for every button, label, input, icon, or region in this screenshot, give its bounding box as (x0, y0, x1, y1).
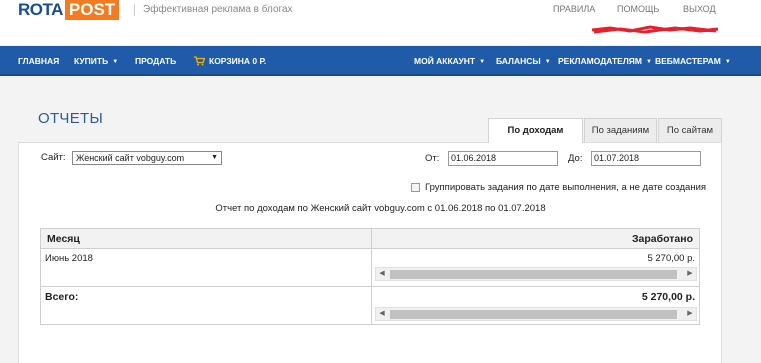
total-horizontal-scrollbar[interactable]: ◀ ▶ (375, 307, 697, 321)
site-select-value: Женский сайт vobguy.com (76, 153, 185, 163)
tab-by-sites[interactable]: По сайтам (658, 118, 722, 142)
caret-down-icon: ▼ (544, 59, 551, 65)
group-by-completion-label: Группировать задания по дате выполнения,… (425, 182, 707, 193)
date-to-input[interactable]: 01.07.2018 (591, 151, 701, 166)
nav-sell[interactable]: ПРОДАТЬ (135, 46, 176, 76)
nav-buy-label: КУПИТЬ (74, 56, 109, 66)
nav-webmasters-label: ВЕБМАСТЕРАМ (655, 56, 721, 66)
nav-buy[interactable]: КУПИТЬ ▼ (74, 46, 118, 76)
nav-account[interactable]: МОЙ АККАУНТ ▼ (414, 46, 485, 76)
scroll-right-icon[interactable]: ▶ (684, 268, 696, 280)
total-value: 5 270,00 р. (641, 291, 695, 303)
logo-rota-text: ROTA (18, 0, 63, 19)
logo-post-text: POST (64, 0, 120, 20)
nav-sell-label: ПРОДАТЬ (135, 56, 177, 66)
redacted-username-scribble (591, 25, 719, 34)
nav-main[interactable]: ГЛАВНАЯ (18, 46, 59, 76)
scrollbar-thumb[interactable] (390, 270, 677, 279)
rules-link[interactable]: ПРАВИЛА (553, 4, 595, 14)
group-by-completion-checkbox[interactable] (411, 183, 420, 192)
nav-cart[interactable]: КОРЗИНА 0 Р. (194, 46, 266, 76)
to-label: До: (568, 153, 583, 164)
help-link[interactable]: ПОМОЩЬ (617, 4, 659, 14)
top-header: ROTA POST Эффективная реклама в блогах П… (0, 0, 761, 45)
tab-by-income[interactable]: По доходам (488, 118, 583, 143)
date-from-input[interactable]: 01.06.2018 (448, 151, 558, 166)
caret-down-icon: ▼ (112, 59, 119, 65)
row-horizontal-scrollbar[interactable]: ◀ ▶ (375, 267, 697, 281)
table-header-row: Месяц Заработано (41, 229, 699, 249)
nav-main-label: ГЛАВНАЯ (18, 56, 60, 66)
nav-advertisers-label: РЕКЛАМОДАТЕЛЯМ (558, 56, 642, 66)
caret-down-icon: ▼ (479, 59, 486, 65)
cart-icon (194, 56, 205, 66)
nav-cart-label: КОРЗИНА 0 Р. (209, 56, 267, 66)
nav-balances-label: БАЛАНСЫ (496, 56, 541, 66)
nav-advertisers[interactable]: РЕКЛАМОДАТЕЛЯМ ▼ (558, 46, 652, 76)
tab-by-tasks[interactable]: По заданиям (584, 118, 657, 142)
scroll-left-icon[interactable]: ◀ (376, 268, 388, 280)
tagline: Эффективная реклама в блогах (134, 4, 293, 16)
scrollbar-thumb[interactable] (390, 310, 677, 319)
main-nav: ГЛАВНАЯ КУПИТЬ ▼ ПРОДАТЬ КОРЗИНА 0 Р. МОЙ… (0, 46, 761, 76)
nav-webmasters[interactable]: ВЕБМАСТЕРАМ ▼ (655, 46, 731, 76)
dropdown-arrow-icon: ▼ (211, 154, 218, 161)
logout-link[interactable]: ВЫХОД (683, 4, 716, 14)
scroll-left-icon[interactable]: ◀ (376, 308, 388, 320)
rotapost-logo[interactable]: ROTA POST (18, 0, 120, 20)
table-row-month: Июнь 2018 (45, 253, 93, 264)
table-row-earned: 5 270,00 р. (647, 253, 695, 264)
site-label: Сайт: (41, 152, 66, 163)
column-divider (371, 229, 372, 324)
page-title: ОТЧЕТЫ (38, 110, 104, 127)
report-table: Месяц Заработано Июнь 2018 5 270,00 р. ◀… (40, 228, 700, 325)
caret-down-icon: ▼ (724, 59, 731, 65)
scroll-right-icon[interactable]: ▶ (684, 308, 696, 320)
col-earned-header: Заработано (631, 233, 693, 245)
nav-account-label: МОЙ АККАУНТ (414, 56, 476, 66)
report-heading: Отчет по доходам по Женский сайт vobguy.… (215, 203, 546, 214)
col-month-header: Месяц (47, 233, 80, 245)
from-label: От: (425, 153, 440, 164)
row-separator (41, 286, 699, 287)
caret-down-icon: ▼ (646, 59, 652, 65)
total-label: Всего: (45, 291, 79, 303)
site-select[interactable]: Женский сайт vobguy.com ▼ (72, 151, 222, 165)
nav-balances[interactable]: БАЛАНСЫ ▼ (496, 46, 551, 76)
